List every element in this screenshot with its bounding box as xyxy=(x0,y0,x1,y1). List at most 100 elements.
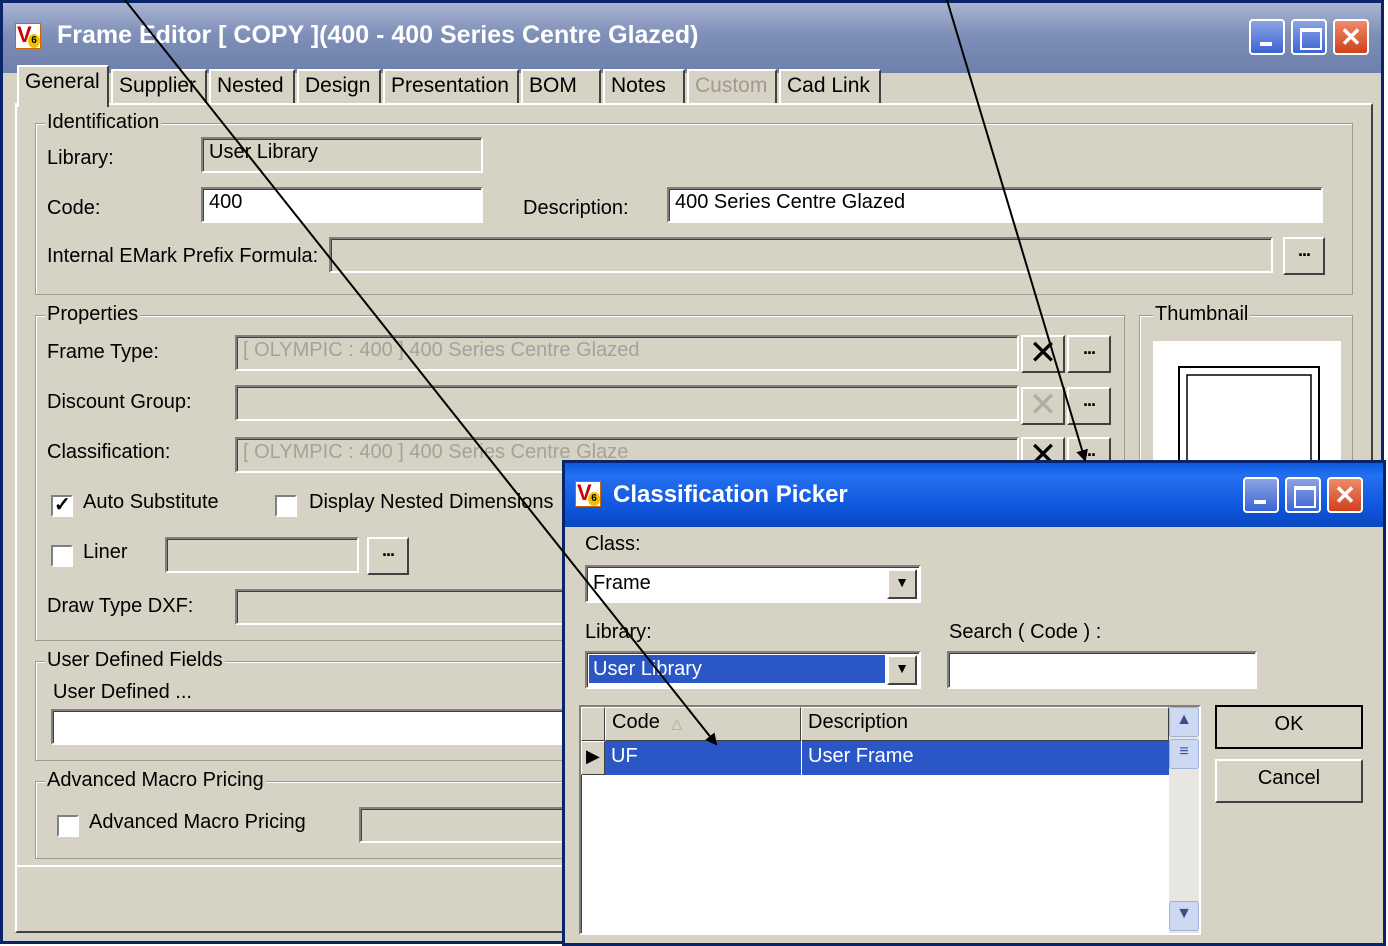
library-dropdown-button[interactable]: ▼ xyxy=(887,655,917,685)
discount-group-label: Discount Group: xyxy=(47,391,192,413)
picker-close-button[interactable]: ✕ xyxy=(1327,477,1363,513)
display-nested-dimensions-label: Display Nested Dimensions xyxy=(309,491,554,513)
sort-ascending-icon: △ xyxy=(671,715,683,731)
tab-cad-link[interactable]: Cad Link xyxy=(779,69,881,105)
tab-general[interactable]: General xyxy=(17,65,109,107)
cancel-button[interactable]: Cancel xyxy=(1215,759,1363,803)
scroll-down-button[interactable]: ▼ xyxy=(1169,901,1199,931)
ellipsis-icon: ... xyxy=(1082,390,1096,410)
advanced-macro-pricing-checkbox[interactable] xyxy=(57,815,79,837)
ellipsis-icon: ... xyxy=(381,540,395,560)
maximize-icon xyxy=(1287,479,1319,511)
thumbnail-legend: Thumbnail xyxy=(1153,303,1251,326)
user-defined-fields-legend: User Defined Fields xyxy=(45,649,225,672)
user-defined-input[interactable] xyxy=(51,709,571,745)
close-button[interactable]: ✕ xyxy=(1333,19,1369,55)
chevron-down-icon: ▼ xyxy=(1176,905,1192,922)
current-row-arrow-icon: ▶ xyxy=(586,746,600,766)
tab-label: Nested xyxy=(217,74,284,97)
class-label: Class: xyxy=(585,533,641,555)
clear-x-icon: ✕ xyxy=(1028,333,1058,373)
code-input[interactable]: 400 xyxy=(201,187,483,223)
column-header-description[interactable]: Description xyxy=(801,707,1169,741)
discount-group-field xyxy=(235,385,1019,421)
tab-nested[interactable]: Nested xyxy=(209,69,295,105)
table-row[interactable]: ▶ UF User Frame xyxy=(581,741,1169,775)
liner-browse-button[interactable]: ... xyxy=(367,537,409,575)
library-combobox[interactable]: User Library ▼ xyxy=(585,651,921,689)
library-field: User Library xyxy=(201,137,483,173)
tab-label: General xyxy=(25,70,100,93)
search-code-label: Search ( Code ) : xyxy=(949,621,1102,643)
picker-maximize-button[interactable] xyxy=(1285,477,1321,513)
class-dropdown-button[interactable]: ▼ xyxy=(887,569,917,599)
classification-picker-dialog: V6 Classification Picker ✕ Class: Frame … xyxy=(562,460,1386,946)
ellipsis-icon: ... xyxy=(1297,240,1311,260)
ok-button-label: OK xyxy=(1274,713,1304,735)
emark-prefix-field[interactable] xyxy=(329,237,1273,273)
row-indicator: ▶ xyxy=(581,741,605,775)
description-input[interactable]: 400 Series Centre Glazed xyxy=(667,187,1323,223)
classification-label: Classification: xyxy=(47,441,171,463)
tab-supplier[interactable]: Supplier xyxy=(111,69,207,105)
chevron-up-icon: ▲ xyxy=(1176,711,1192,728)
title-bar[interactable]: V6 Frame Editor [ COPY ](400 - 400 Serie… xyxy=(3,3,1381,73)
picker-title-bar[interactable]: V6 Classification Picker ✕ xyxy=(565,463,1383,527)
advanced-macro-pricing-field xyxy=(359,807,575,843)
user-defined-label: User Defined ... xyxy=(53,681,192,703)
checkmark-icon: ✓ xyxy=(54,494,71,516)
close-icon: ✕ xyxy=(1340,22,1362,52)
frame-type-browse-button[interactable]: ... xyxy=(1067,335,1111,373)
cell-code: UF xyxy=(605,741,801,775)
tab-label: Presentation xyxy=(391,74,509,97)
clear-x-icon: ✕ xyxy=(1028,385,1058,425)
status-bar xyxy=(15,865,575,931)
frame-type-clear-button[interactable]: ✕ xyxy=(1021,333,1065,373)
draw-type-dxf-field[interactable] xyxy=(235,589,575,625)
app-logo-icon: V6 xyxy=(15,22,41,49)
cancel-button-label: Cancel xyxy=(1257,767,1321,789)
cell-description: User Frame xyxy=(801,741,1169,775)
class-value: Frame xyxy=(593,572,651,594)
picker-minimize-button[interactable] xyxy=(1243,477,1279,513)
chevron-down-icon: ▼ xyxy=(895,660,909,676)
frame-thumbnail-icon xyxy=(1178,366,1320,478)
tab-label: Supplier xyxy=(119,74,197,97)
code-label: Code: xyxy=(47,197,101,219)
auto-substitute-checkbox[interactable]: ✓ xyxy=(51,494,73,517)
thumbnail-image xyxy=(1153,341,1341,478)
picker-title: Classification Picker xyxy=(613,481,848,508)
minimize-icon xyxy=(1251,21,1283,53)
properties-legend: Properties xyxy=(45,303,141,326)
emark-browse-button[interactable]: ... xyxy=(1283,237,1325,275)
discount-group-clear-button: ✕ xyxy=(1021,385,1065,425)
emark-prefix-label: Internal EMark Prefix Formula: xyxy=(47,245,319,267)
tab-notes[interactable]: Notes xyxy=(603,69,685,105)
library-label: Library: xyxy=(585,621,652,643)
tab-design[interactable]: Design xyxy=(297,69,381,105)
class-combobox[interactable]: Frame ▼ xyxy=(585,565,921,603)
maximize-button[interactable] xyxy=(1291,19,1327,55)
identification-legend: Identification xyxy=(45,111,162,134)
library-value: User Library xyxy=(589,655,885,683)
advanced-macro-pricing-legend: Advanced Macro Pricing xyxy=(45,769,266,792)
tab-label: BOM xyxy=(529,74,577,97)
liner-field xyxy=(165,537,359,573)
description-label: Description: xyxy=(523,197,629,219)
tab-presentation[interactable]: Presentation xyxy=(383,69,519,105)
classification-grid: Code △ Description ▶ UF User Frame ▲ ≡ ▼ xyxy=(579,705,1201,935)
column-header-code[interactable]: Code △ xyxy=(605,707,801,741)
tab-bom[interactable]: BOM xyxy=(521,69,601,105)
discount-group-browse-button[interactable]: ... xyxy=(1067,387,1111,425)
grid-vertical-scrollbar[interactable]: ▲ ≡ ▼ xyxy=(1169,707,1199,933)
search-code-input[interactable] xyxy=(947,651,1257,689)
app-logo-icon: V6 xyxy=(575,480,601,507)
display-nested-dimensions-checkbox[interactable] xyxy=(275,495,297,517)
ok-button[interactable]: OK xyxy=(1215,705,1363,749)
scroll-thumb[interactable]: ≡ xyxy=(1169,739,1199,769)
minimize-button[interactable] xyxy=(1249,19,1285,55)
liner-checkbox[interactable] xyxy=(51,545,73,567)
window-title: Frame Editor [ COPY ](400 - 400 Series C… xyxy=(57,21,699,49)
draw-type-dxf-label: Draw Type DXF: xyxy=(47,595,194,617)
scroll-up-button[interactable]: ▲ xyxy=(1169,707,1199,737)
